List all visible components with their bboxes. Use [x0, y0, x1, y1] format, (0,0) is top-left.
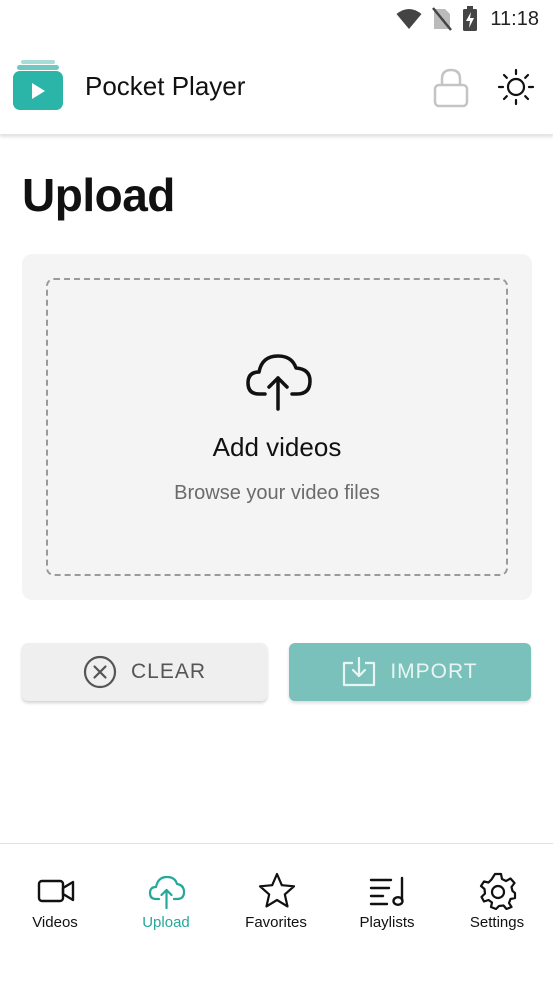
upload-card: Add videos Browse your video files [22, 254, 532, 600]
cloud-upload-icon [148, 875, 186, 910]
nav-item-upload[interactable]: Upload [111, 844, 221, 944]
clear-circle-icon [83, 655, 117, 689]
nav-item-videos[interactable]: Videos [0, 844, 110, 944]
import-button-label: IMPORT [390, 660, 478, 683]
lock-icon[interactable] [433, 68, 469, 108]
nav-item-favorites[interactable]: Favorites [221, 844, 331, 944]
app-title: Pocket Player [85, 71, 246, 101]
nav-label-favorites: Favorites [245, 914, 307, 931]
nav-label-upload: Upload [142, 914, 190, 931]
drop-zone-title: Add videos [212, 432, 342, 462]
no-sim-icon [432, 7, 453, 31]
cloud-upload-icon [246, 354, 312, 411]
battery-charging-icon [463, 6, 478, 31]
status-bar: 11:18 [0, 0, 553, 38]
drop-zone-subtitle: Browse your video files [174, 482, 380, 504]
video-drop-zone[interactable]: Add videos Browse your video files [46, 278, 508, 576]
status-time: 11:18 [490, 7, 539, 30]
gear-icon [479, 872, 517, 910]
video-camera-icon [37, 879, 75, 903]
app-bar: Pocket Player [0, 38, 553, 135]
playlist-icon [369, 876, 404, 907]
nav-item-playlists[interactable]: Playlists [332, 844, 442, 944]
clear-button[interactable]: CLEAR [22, 643, 267, 701]
nav-label-settings: Settings [469, 914, 525, 931]
import-icon [343, 657, 376, 687]
nav-label-videos: Videos [32, 914, 78, 931]
import-button[interactable]: IMPORT [289, 643, 531, 701]
nav-label-playlists: Playlists [359, 914, 415, 931]
wifi-icon [396, 9, 422, 29]
clear-button-label: CLEAR [130, 660, 207, 683]
nav-item-settings[interactable]: Settings [442, 844, 552, 944]
brightness-icon[interactable] [497, 68, 535, 106]
bottom-navigation: Videos Upload Favorites Playlists Settin… [0, 843, 553, 983]
page-title: Upload [22, 169, 175, 221]
star-icon [258, 872, 296, 908]
app-logo-icon [13, 60, 63, 110]
